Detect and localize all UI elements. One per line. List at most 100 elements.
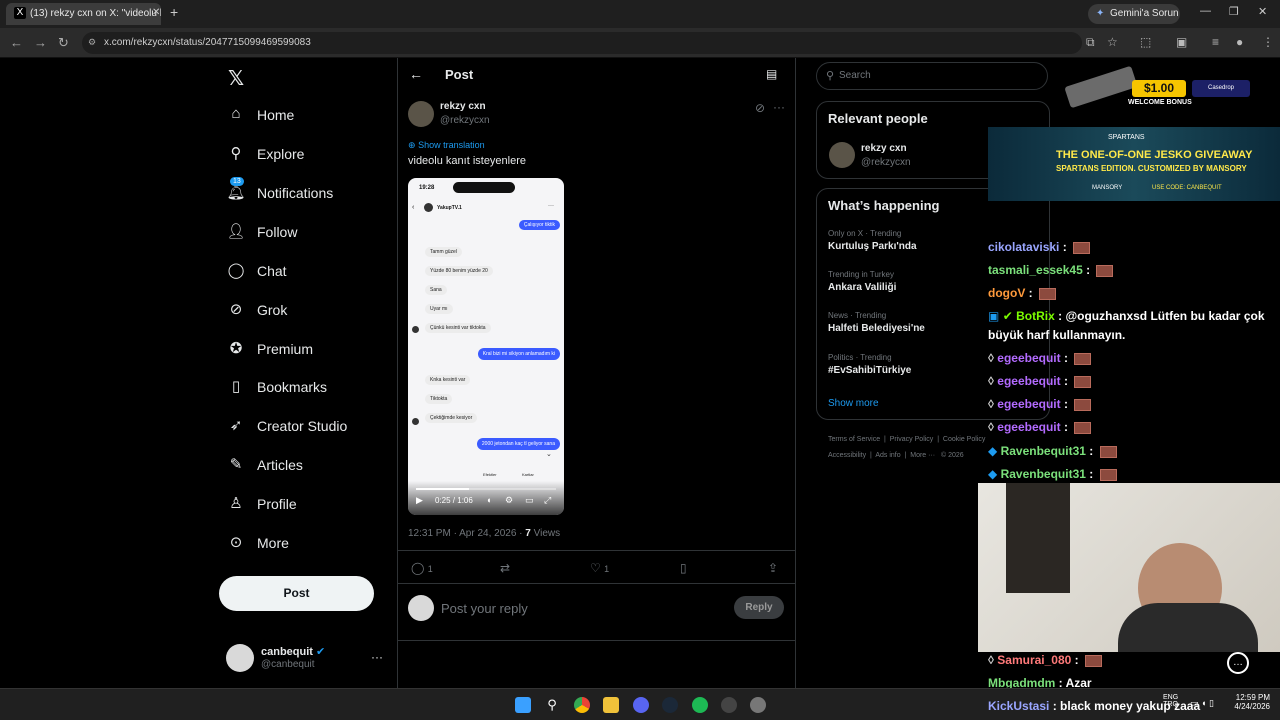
browser-tab[interactable]: X (13) rekzy cxn on X: "videolu ka... ✕ [6,3,161,25]
author-name[interactable]: rekzy cxn [440,101,486,112]
reply-button[interactable]: Reply [734,596,784,619]
repost-action[interactable]: ⇄ [500,561,510,575]
like-action[interactable]: ♡ 1 [590,561,609,575]
trend-item[interactable]: Only on X · Trending Kurtuluş Parkı'nda [828,229,917,252]
chat-icon: ◯ [227,262,245,279]
reader-icon[interactable]: ▤ [766,67,777,81]
file-explorer-icon[interactable] [603,697,619,713]
forward-icon[interactable]: → [34,35,47,50]
back-arrow-icon[interactable]: ← [409,66,423,82]
gemini-label: Gemini'a Sorun [1110,8,1179,19]
post-timestamp: 12:31 PM · Apr 24, 2026 · [408,528,526,539]
chrome-icon[interactable] [574,697,590,713]
settings-icon[interactable]: ⚙ [505,495,513,506]
bonus-brand: Casedrop [1192,80,1250,97]
globe-icon: ⊕ [408,140,416,150]
footer-link[interactable]: Cookie Policy [943,436,985,443]
share-action[interactable]: ⇪ [768,561,778,575]
discord-icon[interactable] [633,697,649,713]
close-icon[interactable]: ✕ [152,7,160,18]
footer-link[interactable]: More ··· [910,452,935,459]
video-progress-fill [416,488,470,490]
reply-icon: ◯ [411,561,425,575]
new-tab-icon[interactable]: + [170,4,178,20]
spotify-icon[interactable] [692,697,708,713]
steam-icon[interactable] [662,697,678,713]
reload-icon[interactable]: ↻ [58,35,69,51]
search-input[interactable]: ⚲ Search [816,62,1048,90]
relevant-name[interactable]: rekzy cxn [861,143,907,154]
webcam-feed [978,483,1280,652]
trend-item[interactable]: News · Trending Halfeti Belediyesi'ne [828,311,925,334]
divider [398,550,795,551]
extensions-icon[interactable]: ⬚ [1140,35,1151,49]
more-dots-icon[interactable]: ··· [371,650,383,664]
trend-item[interactable]: Trending in Turkey Ankara Valiliği [828,270,896,293]
avatar[interactable] [829,142,855,168]
back-icon[interactable]: ← [10,35,23,50]
play-icon[interactable]: ▶ [416,495,423,506]
pip-icon[interactable]: ▭ [525,495,534,506]
footer-link[interactable]: Privacy Policy [890,436,934,443]
maximize-icon[interactable]: ❐ [1229,5,1239,18]
footer-link[interactable]: Terms of Service [828,436,880,443]
chat-message: ◊ egeebequit : [988,397,1092,411]
giveaway-subtitle: SPARTANS EDITION. CUSTOMIZED BY MANSORY [1056,164,1247,173]
account-switcher[interactable]: canbequit ✔ @canbequit ··· [226,644,386,674]
x-logo-icon[interactable]: 𝕏 [228,66,244,91]
windows-start-icon[interactable] [515,697,531,713]
more-options-icon[interactable]: ··· [773,100,785,114]
post-video[interactable]: 19:28 ‹ YakupTV.1 ··· Çalışıyor tiktik T… [408,178,564,515]
url-field[interactable]: ⚙ x.com/rekzycxn/status/2047715099469599… [82,32,1082,54]
site-info-icon[interactable]: ⚙ [88,37,96,48]
close-window-icon[interactable]: ✕ [1258,5,1267,18]
reply-action[interactable]: ◯ 1 [411,561,433,575]
search-icon[interactable]: ⚲ [544,697,560,713]
badge-icon: ◊ [988,653,994,667]
chat-username: KickUstasi [988,699,1050,713]
trend-item[interactable]: Politics · Trending #EvSahibiTürkiye [828,353,911,376]
footer-links: Accessibility | Ads info | More ··· © 20… [828,452,964,459]
nav-label: Chat [257,263,287,279]
trend-name: Halfeti Belediyesi'ne [828,323,925,334]
message-bubble-in: Knka kesinti var [425,375,471,385]
post-button[interactable]: Post [219,576,374,611]
share-icon: ⇪ [768,561,779,575]
gemini-button[interactable]: ✦ Gemini'a Sorun [1088,4,1180,24]
message-bubble-in: Uyar mı [425,304,453,314]
nav-label: Notifications [257,185,334,201]
footer-link[interactable]: Accessibility [828,452,866,459]
bookmark-action[interactable]: ▯ [680,561,687,575]
author-avatar[interactable] [408,101,434,127]
post-text: videolu kanıt isteyenlere [408,155,527,167]
menu-icon[interactable]: ⋮ [1262,35,1274,49]
show-translation-link[interactable]: ⊕ Show translation [408,140,485,151]
badge-icon: ◊ [988,397,994,411]
chat-back-icon: ‹ [412,204,415,211]
volume-icon[interactable]: ◖ [486,495,491,505]
media-icon[interactable]: ≡ [1212,35,1219,49]
fullscreen-icon[interactable]: ⤢ [544,495,551,506]
bonus-text: WELCOME BONUS [1128,99,1192,106]
contact-name: YakupTV.1 [437,205,462,211]
grok-explain-icon[interactable]: ⊘ [755,101,765,115]
badge-icon: ◊ [988,374,994,388]
profile-avatar-icon[interactable]: ● [1236,35,1243,49]
install-icon[interactable]: ⧉ [1086,35,1095,50]
url-text: x.com/rekzycxn/status/204771509946959908… [104,37,311,48]
footer-link[interactable]: Ads info [875,452,900,459]
show-more-link[interactable]: Show more [828,398,879,409]
author-handle[interactable]: @rekzycxn [440,115,490,126]
settings-icon[interactable] [750,697,766,713]
nav-label: Follow [257,224,298,240]
minimize-icon[interactable]: — [1200,5,1211,17]
clock[interactable]: 12:59 PM 4/24/2026 [1226,693,1270,711]
reply-input[interactable]: Post your reply [441,601,528,616]
sidebar-icon[interactable]: ▣ [1176,35,1187,49]
app-icon[interactable] [721,697,737,713]
emote-icon [1074,398,1092,411]
nav-label: Bookmarks [257,379,328,395]
star-icon[interactable]: ☆ [1107,35,1118,49]
video-progress-track[interactable] [416,488,556,490]
emote-icon [1074,352,1092,365]
